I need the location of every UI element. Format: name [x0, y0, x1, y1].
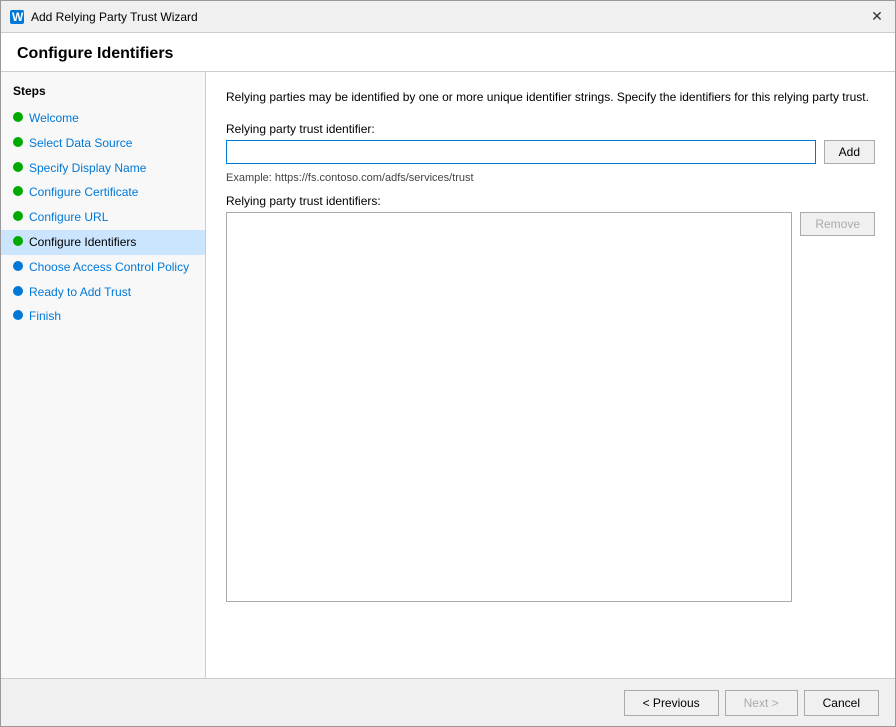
remove-button[interactable]: Remove [800, 212, 875, 236]
sidebar-item-choose-access-control-policy[interactable]: Choose Access Control Policy [1, 255, 205, 280]
identifiers-list-group: Relying party trust identifiers: Remove [226, 194, 875, 602]
sidebar-item-select-data-source[interactable]: Select Data Source [1, 131, 205, 156]
page-header: Configure Identifiers [1, 33, 895, 72]
sidebar-item-label-configure-url: Configure URL [29, 209, 108, 226]
sidebar-item-ready-to-add-trust[interactable]: Ready to Add Trust [1, 280, 205, 305]
sidebar-item-welcome[interactable]: Welcome [1, 106, 205, 131]
wizard-icon: W [9, 9, 25, 25]
sidebar-item-label-configure-certificate: Configure Certificate [29, 184, 138, 201]
sidebar: Steps Welcome Select Data Source Specify… [1, 72, 206, 678]
page-title: Configure Identifiers [17, 45, 173, 62]
title-bar: W Add Relying Party Trust Wizard ✕ [1, 1, 895, 33]
identifier-input-row: Add [226, 140, 875, 164]
next-button[interactable]: Next > [725, 690, 798, 716]
example-text: Example: https://fs.contoso.com/adfs/ser… [226, 172, 875, 184]
identifier-form-group: Relying party trust identifier: Add [226, 122, 875, 164]
step-dot-specify-display-name [13, 162, 23, 172]
svg-text:W: W [12, 10, 24, 24]
sidebar-item-label-choose-access-control-policy: Choose Access Control Policy [29, 259, 189, 276]
sidebar-item-configure-certificate[interactable]: Configure Certificate [1, 180, 205, 205]
add-button[interactable]: Add [824, 140, 875, 164]
sidebar-item-label-ready-to-add-trust: Ready to Add Trust [29, 284, 131, 301]
identifiers-textarea[interactable] [226, 212, 792, 602]
identifiers-list-label: Relying party trust identifiers: [226, 194, 875, 208]
sidebar-item-finish[interactable]: Finish [1, 304, 205, 329]
step-dot-configure-certificate [13, 186, 23, 196]
close-button[interactable]: ✕ [867, 7, 887, 27]
step-dot-configure-url [13, 211, 23, 221]
identifier-label: Relying party trust identifier: [226, 122, 875, 136]
previous-button[interactable]: < Previous [624, 690, 719, 716]
step-dot-welcome [13, 112, 23, 122]
title-bar-left: W Add Relying Party Trust Wizard [9, 9, 198, 25]
step-dot-finish [13, 310, 23, 320]
description-text: Relying parties may be identified by one… [226, 88, 875, 106]
sidebar-item-label-specify-display-name: Specify Display Name [29, 160, 146, 177]
sidebar-item-label-select-data-source: Select Data Source [29, 135, 132, 152]
cancel-button[interactable]: Cancel [804, 690, 879, 716]
main-content: Relying parties may be identified by one… [206, 72, 895, 678]
identifier-input[interactable] [226, 140, 816, 164]
step-dot-ready-to-add-trust [13, 286, 23, 296]
step-dot-configure-identifiers [13, 236, 23, 246]
sidebar-item-label-finish: Finish [29, 308, 61, 325]
sidebar-item-label-configure-identifiers: Configure Identifiers [29, 234, 136, 251]
content-area: Steps Welcome Select Data Source Specify… [1, 72, 895, 678]
step-dot-choose-access-control-policy [13, 261, 23, 271]
sidebar-item-configure-url[interactable]: Configure URL [1, 205, 205, 230]
sidebar-item-configure-identifiers[interactable]: Configure Identifiers [1, 230, 205, 255]
identifiers-row: Remove [226, 212, 875, 602]
dialog-window: W Add Relying Party Trust Wizard ✕ Confi… [0, 0, 896, 727]
sidebar-item-label-welcome: Welcome [29, 110, 79, 127]
step-dot-select-data-source [13, 137, 23, 147]
sidebar-item-specify-display-name[interactable]: Specify Display Name [1, 156, 205, 181]
window-title: Add Relying Party Trust Wizard [31, 10, 198, 24]
steps-label: Steps [1, 84, 205, 106]
footer: < Previous Next > Cancel [1, 678, 895, 726]
